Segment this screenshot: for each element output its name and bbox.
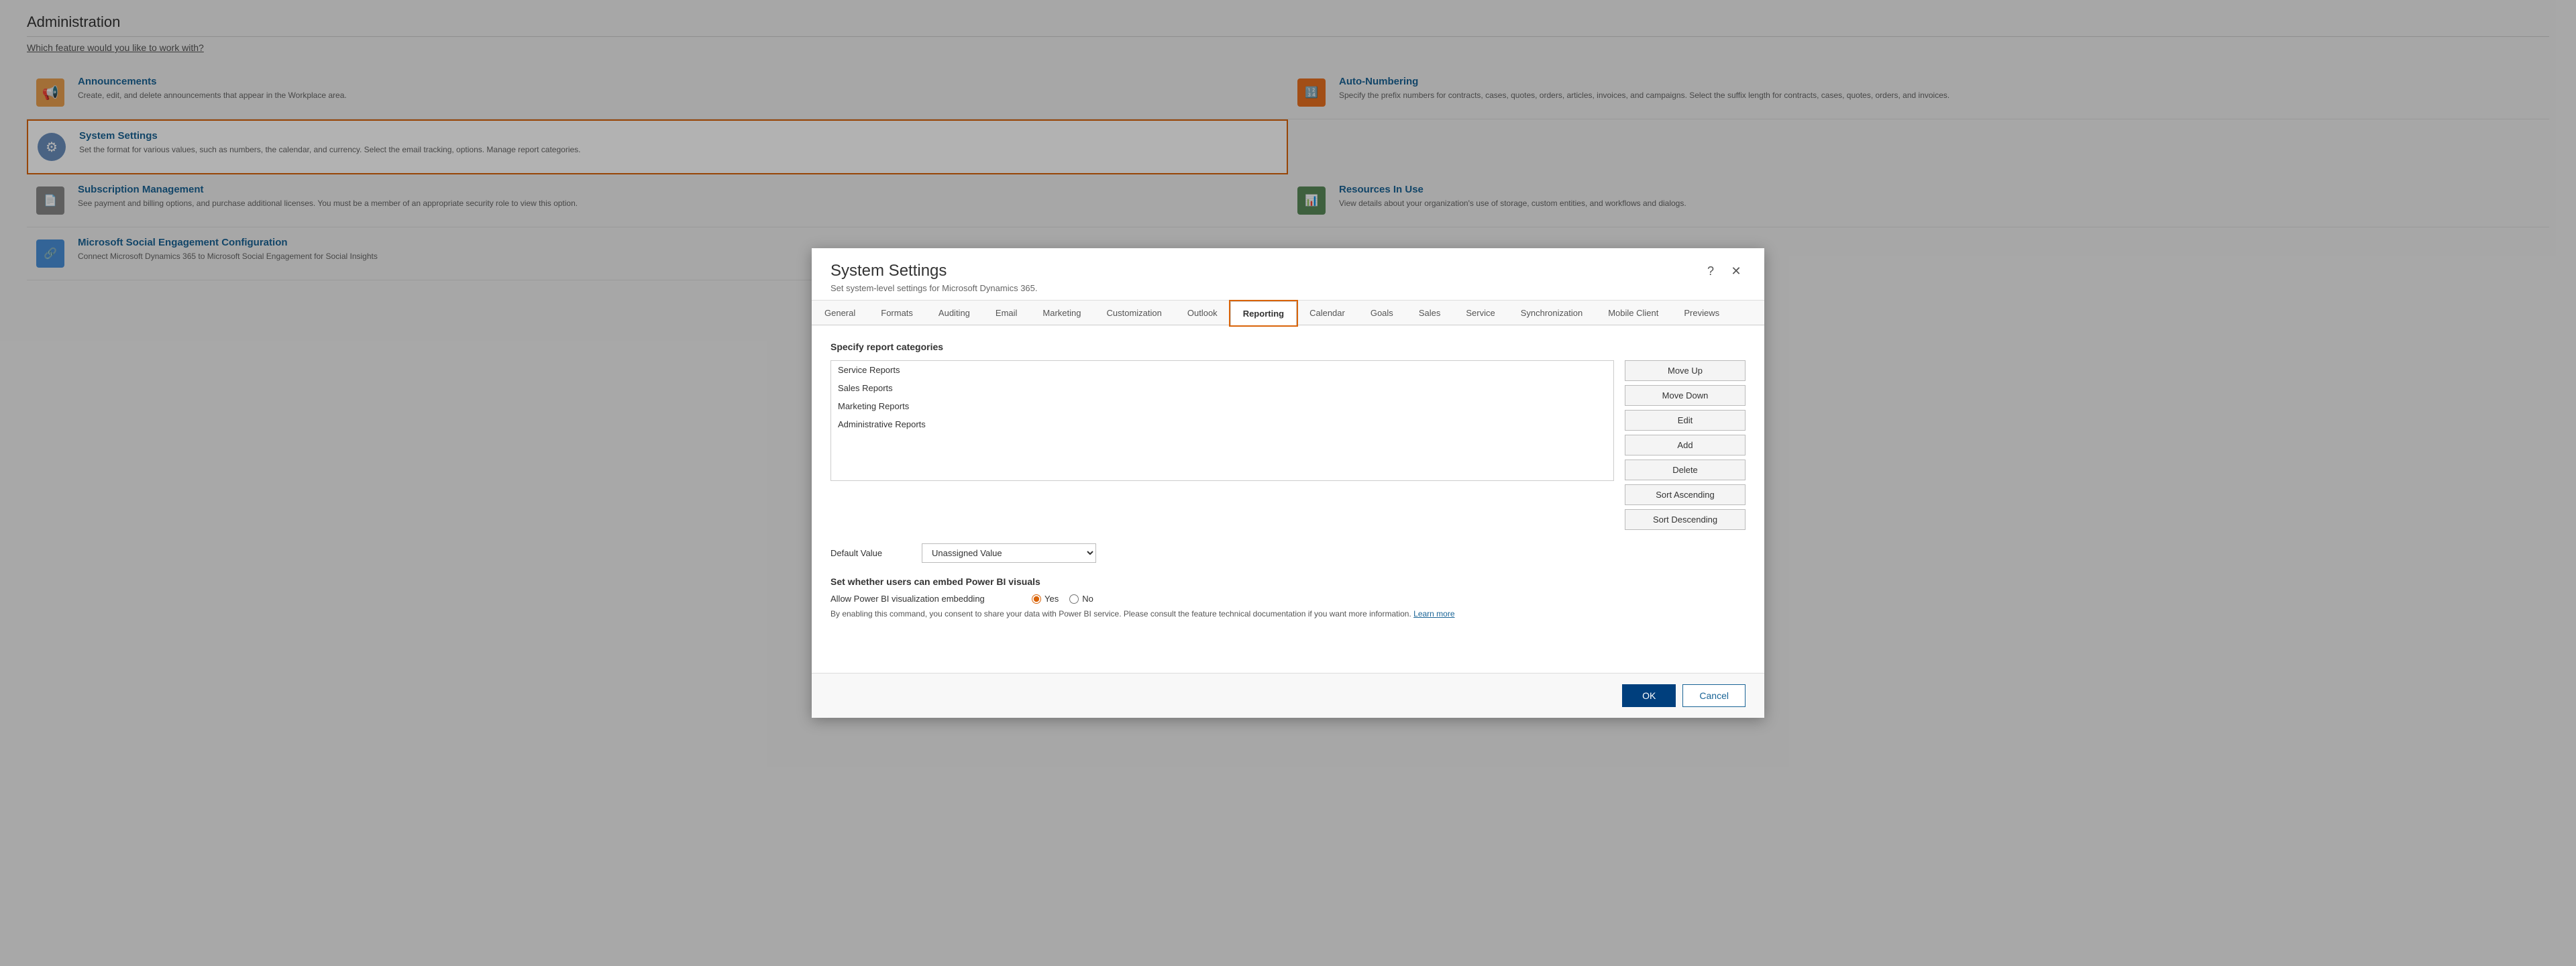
powerbi-radio-group: Yes No [1032,594,1093,604]
powerbi-note: By enabling this command, you consent to… [830,609,1746,619]
tab-goals[interactable]: Goals [1358,301,1406,325]
sort-descending-button[interactable]: Sort Descending [1625,509,1746,530]
powerbi-section-title: Set whether users can embed Power BI vis… [830,576,1746,587]
move-up-button[interactable]: Move Up [1625,360,1746,381]
modal-tabs: General Formats Auditing Email Marketing… [812,301,1764,325]
modal-header-text: System Settings Set system-level setting… [830,262,1038,293]
modal-footer: OK Cancel [812,673,1764,718]
modal-title: System Settings [830,262,1038,280]
delete-button[interactable]: Delete [1625,460,1746,480]
tab-customization[interactable]: Customization [1094,301,1175,325]
tab-synchronization[interactable]: Synchronization [1508,301,1596,325]
tab-outlook[interactable]: Outlook [1175,301,1230,325]
powerbi-no-label: No [1082,594,1093,604]
powerbi-no-radio[interactable] [1069,594,1079,604]
powerbi-label: Allow Power BI visualization embedding [830,594,1018,604]
tab-service[interactable]: Service [1453,301,1507,325]
edit-button[interactable]: Edit [1625,410,1746,431]
powerbi-yes-label: Yes [1044,594,1059,604]
add-button[interactable]: Add [1625,435,1746,455]
modal-header: System Settings Set system-level setting… [812,248,1764,301]
tab-calendar[interactable]: Calendar [1297,301,1358,325]
report-item-administrative[interactable]: Administrative Reports [831,415,1613,433]
modal-subtitle: Set system-level settings for Microsoft … [830,283,1038,293]
tab-sales[interactable]: Sales [1406,301,1454,325]
tab-marketing[interactable]: Marketing [1030,301,1093,325]
default-value-label: Default Value [830,548,911,558]
powerbi-yes-radio[interactable] [1032,594,1041,604]
tab-mobile-client[interactable]: Mobile Client [1595,301,1671,325]
system-settings-modal: System Settings Set system-level setting… [812,248,1764,718]
modal-overlay: System Settings Set system-level setting… [0,0,2576,966]
powerbi-row: Allow Power BI visualization embedding Y… [830,594,1746,604]
default-value-select[interactable]: Unassigned Value Service Reports Sales R… [922,543,1096,563]
modal-header-actions: ? ✕ [1701,262,1746,280]
ok-button[interactable]: OK [1622,684,1676,707]
move-down-button[interactable]: Move Down [1625,385,1746,406]
report-list-box[interactable]: Service Reports Sales Reports Marketing … [830,360,1614,481]
tab-auditing[interactable]: Auditing [926,301,983,325]
tab-previews[interactable]: Previews [1671,301,1732,325]
report-item-sales[interactable]: Sales Reports [831,379,1613,397]
tab-reporting[interactable]: Reporting [1230,301,1297,325]
powerbi-no-option[interactable]: No [1069,594,1093,604]
default-value-row: Default Value Unassigned Value Service R… [830,543,1746,563]
report-actions: Move Up Move Down Edit Add Delete Sort A… [1625,360,1746,530]
powerbi-yes-option[interactable]: Yes [1032,594,1059,604]
modal-body: Specify report categories Service Report… [812,325,1764,673]
report-item-service[interactable]: Service Reports [831,361,1613,379]
powerbi-learn-more-link[interactable]: Learn more [1413,609,1454,619]
help-button[interactable]: ? [1701,262,1720,280]
report-item-marketing[interactable]: Marketing Reports [831,397,1613,415]
tab-general[interactable]: General [812,301,868,325]
report-categories-container: Service Reports Sales Reports Marketing … [830,360,1746,530]
close-button[interactable]: ✕ [1727,262,1746,280]
powerbi-note-text: By enabling this command, you consent to… [830,609,1411,619]
tab-email[interactable]: Email [983,301,1030,325]
sort-ascending-button[interactable]: Sort Ascending [1625,484,1746,505]
tab-formats[interactable]: Formats [868,301,926,325]
powerbi-section: Set whether users can embed Power BI vis… [830,576,1746,619]
cancel-button[interactable]: Cancel [1682,684,1746,707]
report-categories-title: Specify report categories [830,341,1746,352]
